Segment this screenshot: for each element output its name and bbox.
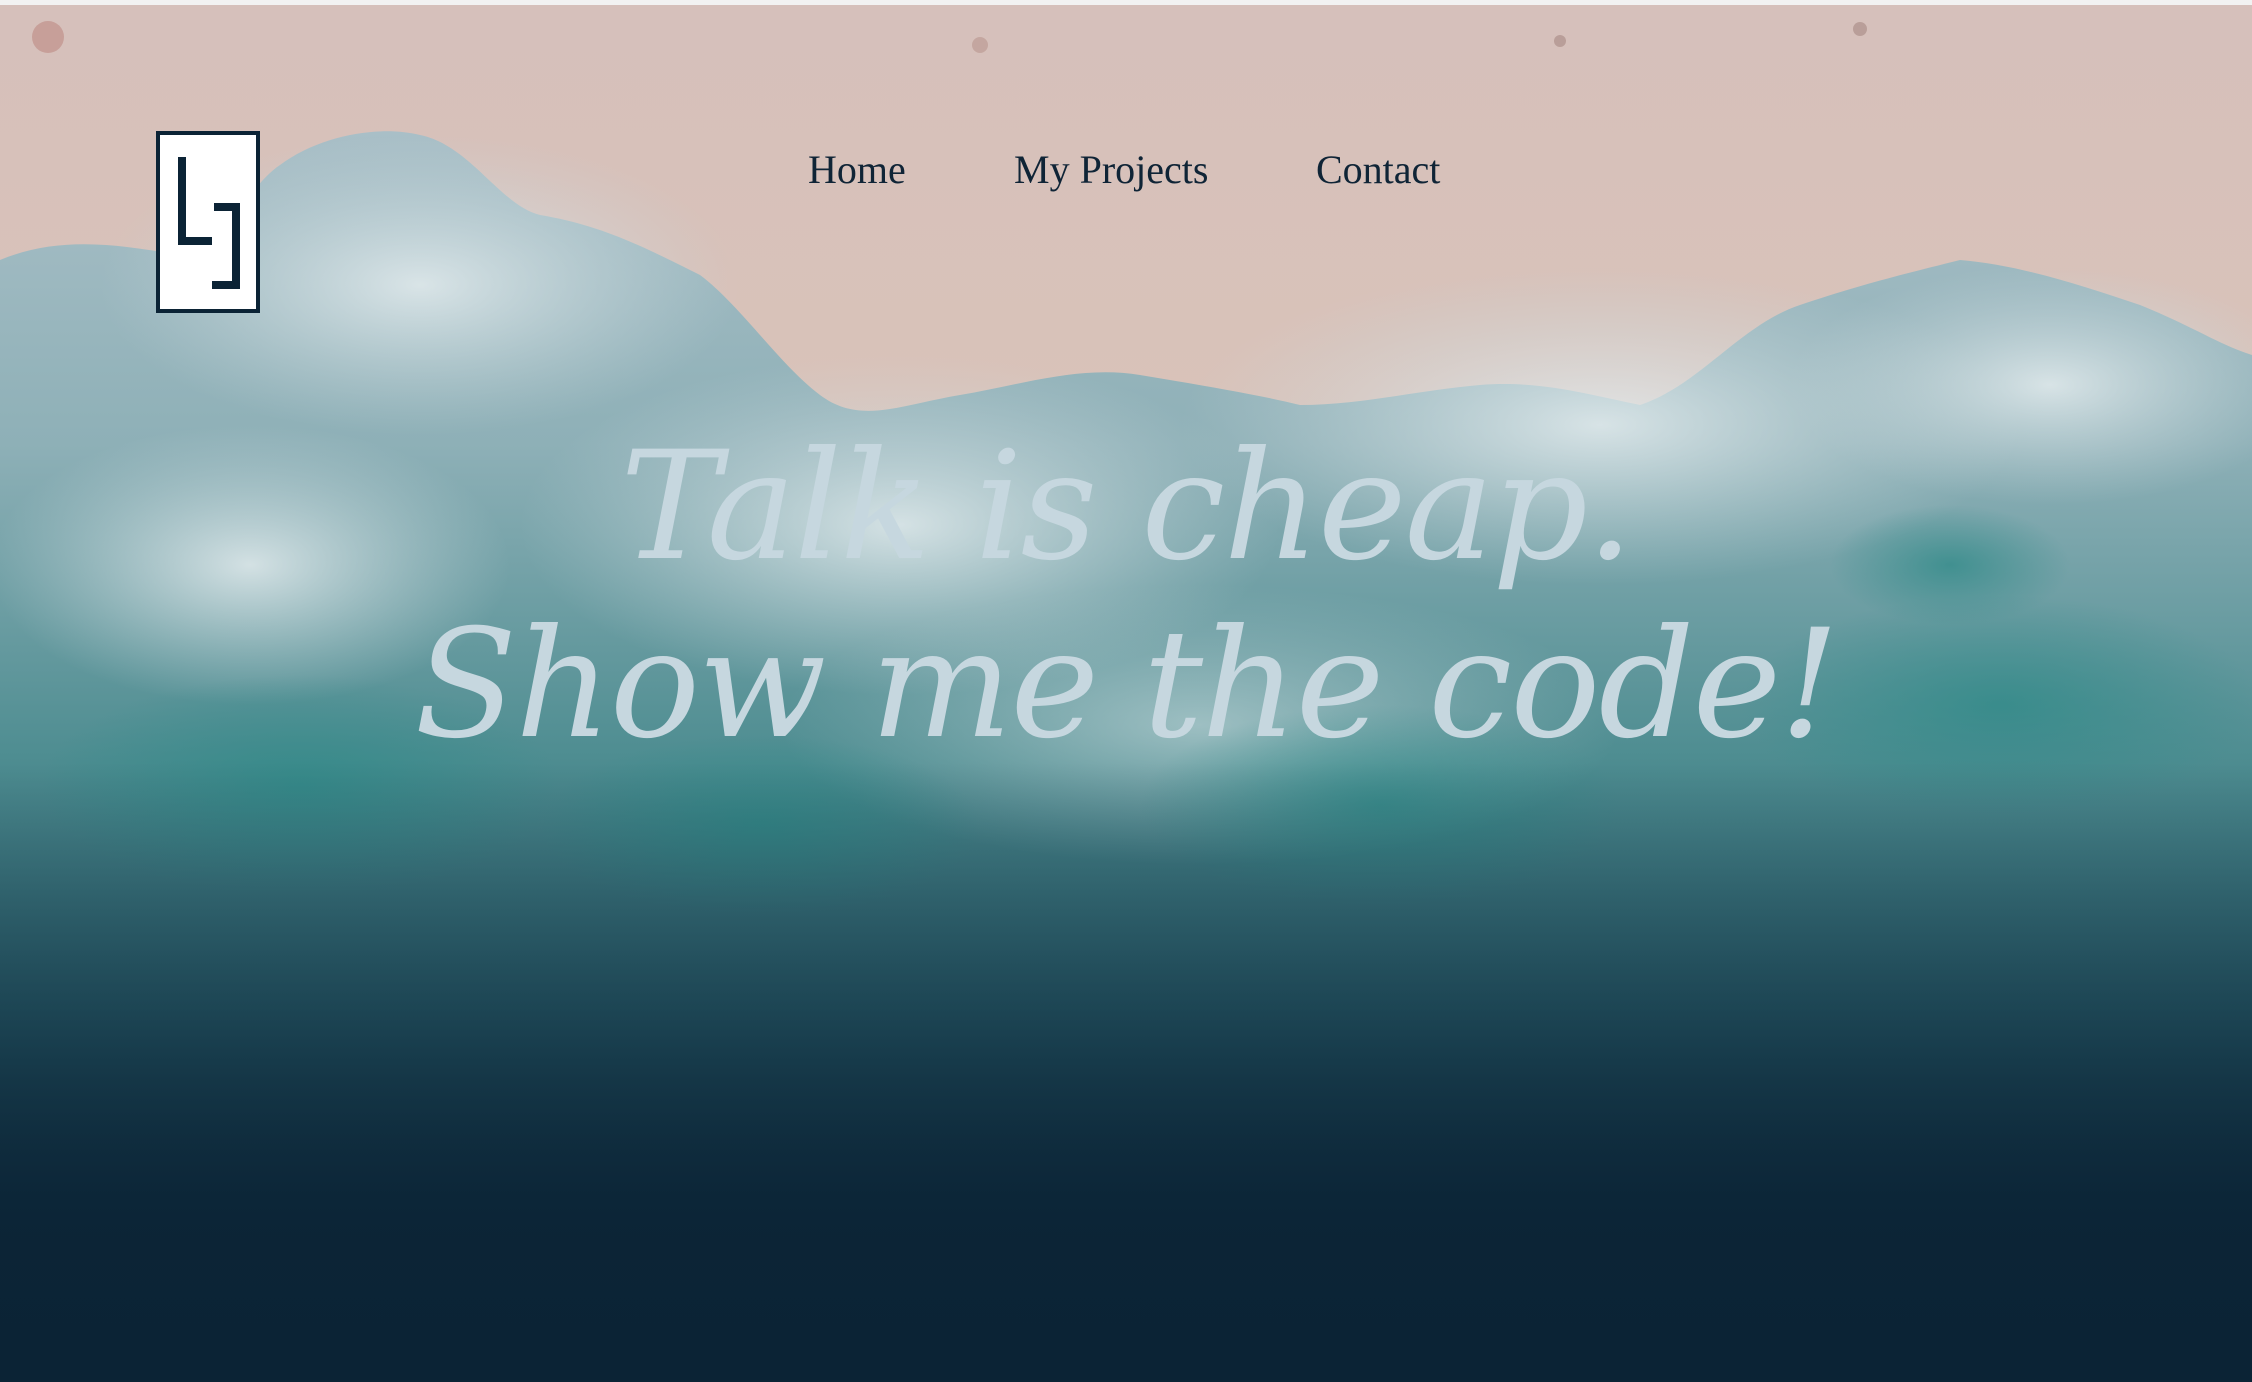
hero-headline-line-1: Talk is cheap.	[620, 420, 1634, 594]
hero-headline-line-2: Show me the code!	[414, 598, 1839, 772]
top-border	[0, 0, 2252, 5]
nav-my-projects-link[interactable]: My Projects	[1014, 140, 1208, 200]
hero-headline: Talk is cheap. Show me the code!	[0, 418, 2252, 774]
main-nav: Home My Projects Contact	[0, 140, 2252, 200]
landing-page: Home My Projects Contact Talk is cheap. …	[0, 0, 2252, 1382]
nav-home-link[interactable]: Home	[808, 140, 906, 200]
nav-contact-link[interactable]: Contact	[1316, 140, 1440, 200]
